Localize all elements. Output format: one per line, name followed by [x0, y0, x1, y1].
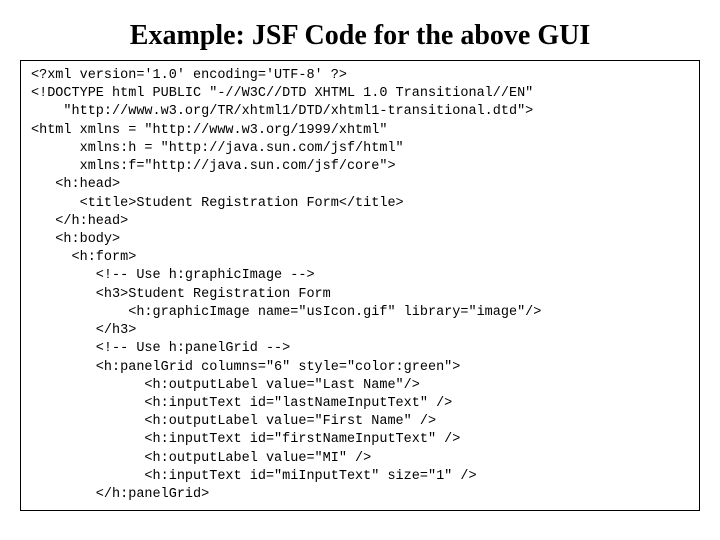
code-line: </h:head>: [31, 214, 128, 229]
code-line: <h:head>: [31, 177, 120, 192]
code-line: <h:outputLabel value="MI" />: [31, 451, 371, 466]
code-line: <html xmlns = "http://www.w3.org/1999/xh…: [31, 123, 387, 138]
code-line: <h:body>: [31, 232, 120, 247]
code-line: <h:graphicImage name="usIcon.gif" librar…: [31, 305, 541, 320]
code-line: <!-- Use h:panelGrid -->: [31, 341, 290, 356]
code-line: <!DOCTYPE html PUBLIC "-//W3C//DTD XHTML…: [31, 86, 533, 101]
code-line: xmlns:h = "http://java.sun.com/jsf/html": [31, 141, 404, 156]
code-line: xmlns:f="http://java.sun.com/jsf/core">: [31, 159, 396, 174]
code-line: </h3>: [31, 323, 136, 338]
code-line: <h:inputText id="miInputText" size="1" /…: [31, 469, 477, 484]
code-block: <?xml version='1.0' encoding='UTF-8' ?> …: [20, 60, 700, 511]
code-line: <h:inputText id="firstNameInputText" />: [31, 432, 460, 447]
code-line: <?xml version='1.0' encoding='UTF-8' ?>: [31, 68, 347, 83]
code-line: <h:panelGrid columns="6" style="color:gr…: [31, 360, 460, 375]
code-line: <h:outputLabel value="First Name" />: [31, 414, 436, 429]
code-line: <h:outputLabel value="Last Name"/>: [31, 378, 420, 393]
code-line: <title>Student Registration Form</title>: [31, 196, 404, 211]
code-line: <h:form>: [31, 250, 136, 265]
code-line: <h3>Student Registration Form: [31, 287, 331, 302]
page-title: Example: JSF Code for the above GUI: [20, 20, 700, 52]
code-line: <h:inputText id="lastNameInputText" />: [31, 396, 452, 411]
code-line: </h:panelGrid>: [31, 487, 209, 502]
code-line: "http://www.w3.org/TR/xhtml1/DTD/xhtml1-…: [31, 104, 533, 119]
code-line: <!-- Use h:graphicImage -->: [31, 268, 315, 283]
